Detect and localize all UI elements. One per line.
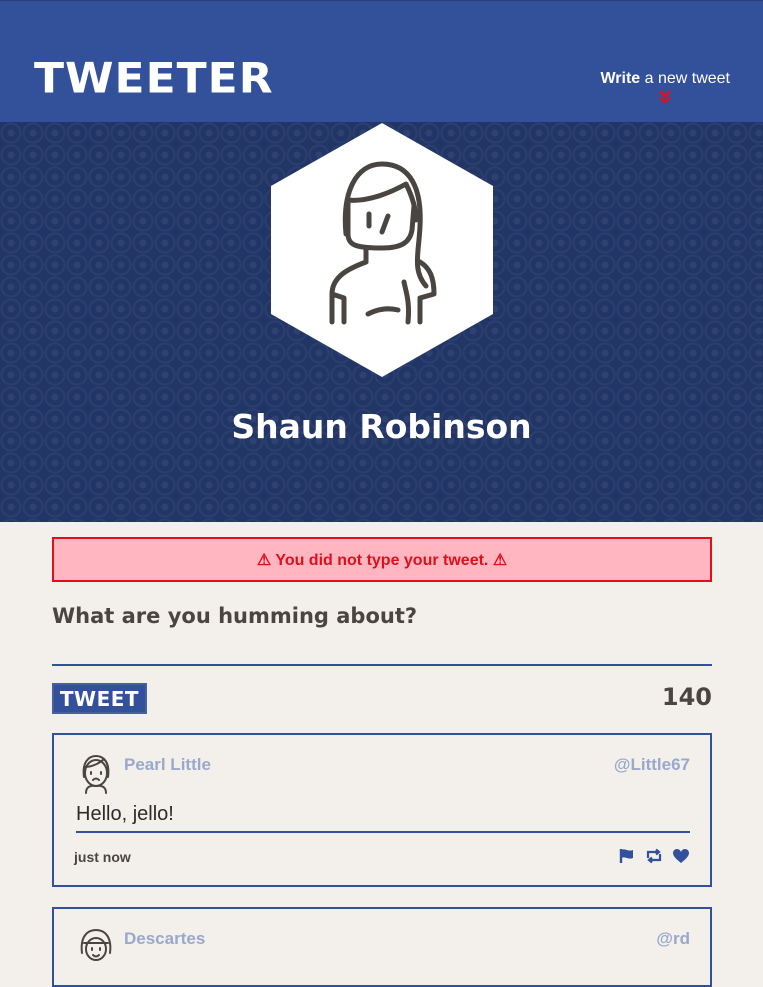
- top-nav: TWEETER Write a new tweet: [0, 0, 763, 122]
- tweet-author: Descartes: [124, 929, 206, 948]
- flag-icon[interactable]: [618, 848, 636, 864]
- tweet-input[interactable]: [52, 630, 712, 666]
- heart-icon[interactable]: [672, 848, 690, 864]
- tweet-content: Hello, jello!: [76, 803, 690, 833]
- chevron-double-down-icon: [659, 90, 672, 104]
- compose-link-text: a new tweet: [640, 70, 730, 87]
- tweet-handle: @Little67: [613, 755, 690, 774]
- tweet-prompt-label: What are you humming about?: [52, 604, 418, 628]
- profile-banner: Shaun Robinson: [0, 122, 763, 522]
- tweet-card: Descartes @rd: [52, 907, 712, 987]
- app-logo: TWEETER: [34, 54, 274, 103]
- user-avatar-icon: [82, 754, 110, 794]
- compose-link-bold: Write: [600, 70, 641, 87]
- tweet-card: Pearl Little @Little67 Hello, jello! jus…: [52, 733, 712, 887]
- user-avatar-icon: [80, 928, 112, 961]
- tweet-button[interactable]: TWEET: [52, 683, 147, 714]
- tweet-timestamp: just now: [74, 849, 131, 865]
- tweet-handle: @rd: [656, 929, 690, 948]
- char-counter: 140: [661, 683, 712, 711]
- tweet-actions: [618, 848, 690, 864]
- profile-name: Shaun Robinson: [231, 407, 532, 446]
- error-message: ⚠ You did not type your tweet. ⚠: [52, 537, 712, 582]
- profile-avatar: [270, 122, 494, 378]
- retweet-icon[interactable]: [645, 848, 663, 864]
- write-new-tweet-link[interactable]: Write a new tweet: [600, 70, 730, 104]
- tweet-author: Pearl Little: [124, 755, 211, 774]
